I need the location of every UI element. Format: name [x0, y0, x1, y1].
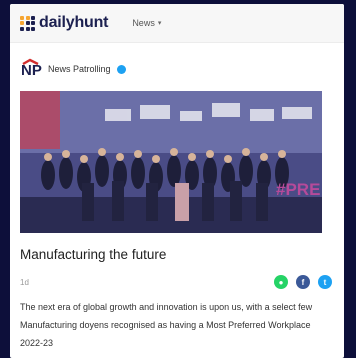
whatsapp-icon[interactable]: ● [274, 275, 288, 289]
news-menu-dropdown[interactable]: News ▾ [132, 18, 161, 28]
article-summary: The next era of global growth and innova… [20, 302, 313, 348]
article-time: 1d [20, 277, 29, 287]
news-card-frame: dailyhunt News ▾ NP News Patrolling #PRE… [10, 4, 344, 358]
article-headline[interactable]: Manufacturing the future [20, 247, 334, 262]
image-overlay-text: #PRE [276, 180, 320, 199]
twitter-icon[interactable]: t [318, 275, 332, 289]
top-bar: dailyhunt News ▾ [10, 4, 344, 43]
chevron-down-icon: ▾ [157, 20, 162, 27]
logo-mark-icon [20, 15, 35, 31]
verified-badge-icon [116, 64, 126, 74]
meta-row: 1d ● f t [20, 274, 334, 290]
publisher-name: News Patrolling [48, 64, 111, 74]
article-image[interactable]: #PRE [20, 91, 322, 233]
share-buttons: ● f t [274, 275, 332, 289]
publisher-row[interactable]: NP News Patrolling [20, 57, 334, 81]
article-card[interactable]: NP News Patrolling #PRE Manufacturing th… [10, 43, 344, 352]
logo-text: dailyhunt [39, 14, 109, 31]
publisher-logo: NP [20, 58, 42, 80]
facebook-icon[interactable]: f [296, 275, 310, 289]
news-menu-label: News [132, 18, 155, 28]
dailyhunt-logo[interactable]: dailyhunt [20, 14, 109, 32]
